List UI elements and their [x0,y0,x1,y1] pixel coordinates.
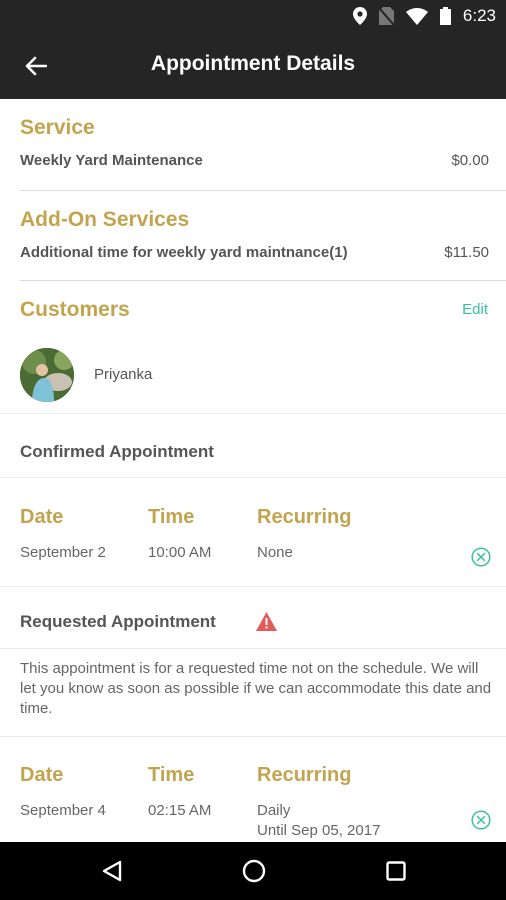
customer-name[interactable]: Priyanka [94,366,152,383]
confirmed-date: September 2 [20,544,106,561]
addon-services-heading: Add-On Services [20,208,190,231]
divider [0,477,506,478]
cancel-requested-appointment-icon[interactable] [471,810,491,830]
appointment-details-content[interactable]: Service Weekly Yard Maintenance $0.00 Ad… [0,99,506,842]
confirmed-recurring: None [257,544,293,561]
no-sim-icon [378,7,394,25]
divider [20,190,506,191]
service-name: Weekly Yard Maintenance [20,152,203,169]
divider [20,280,506,281]
requested-recurring-until: Until Sep 05, 2017 [257,822,381,839]
nav-recents-button[interactable] [381,856,411,886]
requested-time: 02:15 AM [148,802,212,819]
divider [0,648,506,649]
cancel-confirmed-appointment-icon[interactable] [471,547,491,567]
date-column-header: Date [20,764,64,786]
avatar [20,348,74,402]
divider [0,586,506,587]
divider [0,413,506,414]
wifi-icon [405,7,428,25]
location-icon [352,7,367,25]
time-column-header: Time [148,506,195,528]
warning-icon [256,612,277,631]
home-circle-icon [242,859,266,883]
service-price: $0.00 [451,152,489,169]
recents-square-icon [386,861,406,881]
page-title: Appointment Details [150,52,356,75]
service-heading: Service [20,116,95,139]
app-toolbar: Appointment Details [0,32,506,99]
requested-appointment-notice: This appointment is for a requested time… [20,660,492,717]
status-bar: 6:23 [0,0,506,32]
requested-recurring: Daily [257,802,291,819]
nav-home-button[interactable] [239,856,269,886]
time-column-header: Time [148,764,195,786]
back-triangle-icon [102,860,122,882]
system-navigation-bar [0,842,506,900]
confirmed-time: 10:00 AM [148,544,212,561]
clock: 6:23 [462,6,496,25]
addon-service-price: $11.50 [444,244,489,261]
date-column-header: Date [20,506,64,528]
recurring-column-header: Recurring [257,764,352,786]
battery-icon [439,7,451,25]
confirmed-appointment-heading: Confirmed Appointment [20,442,214,461]
edit-customers-link[interactable]: Edit [462,301,488,318]
requested-date: September 4 [20,802,106,819]
customers-heading: Customers [20,298,130,321]
recurring-column-header: Recurring [257,506,352,528]
nav-back-button[interactable] [97,856,127,886]
divider [0,736,506,737]
addon-service-name: Additional time for weekly yard maintnan… [20,244,348,261]
requested-appointment-heading: Requested Appointment [20,612,216,631]
